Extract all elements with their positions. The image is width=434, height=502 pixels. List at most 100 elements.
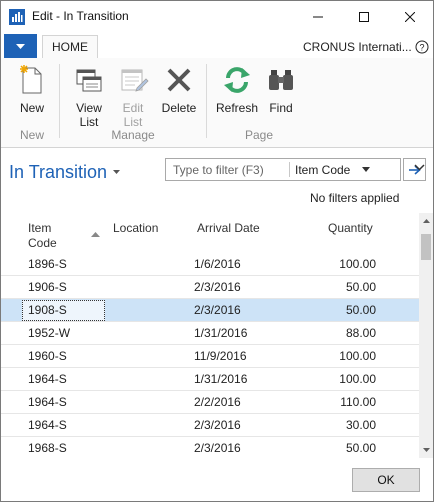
app-logo-icon — [9, 9, 25, 25]
cell-arrival-date: 2/3/2016 — [194, 418, 241, 432]
table-row[interactable]: 1906-S 2/3/2016 50.00 — [1, 276, 419, 299]
group-label-page: Page — [244, 128, 274, 142]
view-list-label-1: View — [76, 101, 102, 115]
maximize-icon — [359, 11, 369, 22]
scroll-down-button[interactable] — [419, 442, 433, 458]
cell-quantity: 88.00 — [345, 326, 376, 340]
table-row[interactable]: 1964-S 1/31/2016 100.00 — [1, 368, 419, 391]
cell-item-code: 1896-S — [28, 257, 67, 271]
view-list-button[interactable]: View List — [69, 62, 109, 129]
cell-item-code: 1906-S — [28, 280, 67, 294]
minimize-button[interactable] — [295, 1, 341, 32]
page-title[interactable]: In Transition — [9, 162, 107, 183]
edit-list-label-1: Edit — [122, 101, 144, 115]
filter-field-select[interactable]: Item Code — [295, 163, 350, 177]
cell-item-code: 1968-S — [28, 441, 67, 455]
filter-input[interactable] — [166, 159, 288, 180]
filter-status: No filters applied — [310, 191, 400, 205]
cell-arrival-date: 2/3/2016 — [194, 303, 241, 317]
new-label: New — [19, 101, 44, 115]
cell-arrival-date: 1/31/2016 — [194, 372, 248, 386]
title-bar: Edit - In Transition — [1, 1, 433, 32]
scrollbar-thumb[interactable] — [421, 234, 431, 260]
tab-home[interactable]: HOME — [42, 35, 98, 59]
cell-item-code: 1908-S — [28, 303, 67, 317]
close-icon — [405, 11, 415, 22]
view-list-icon — [76, 69, 102, 92]
table-row[interactable]: 1968-S 2/3/2016 50.00 — [1, 437, 419, 458]
vertical-scrollbar[interactable] — [419, 213, 433, 458]
binoculars-icon — [269, 70, 293, 90]
refresh-button[interactable]: Refresh — [214, 62, 260, 126]
cell-quantity: 50.00 — [345, 280, 376, 294]
cell-quantity: 110.00 — [340, 395, 376, 409]
column-header-arrival-date[interactable]: Arrival Date — [197, 221, 260, 236]
cell-quantity: 50.00 — [345, 303, 376, 317]
chevron-down-icon[interactable] — [414, 164, 425, 171]
delete-button[interactable]: Delete — [157, 62, 201, 126]
new-button[interactable]: New — [12, 62, 52, 126]
maximize-button[interactable] — [341, 1, 387, 32]
cell-quantity: 50.00 — [345, 441, 376, 455]
scroll-down-icon — [422, 448, 430, 452]
caret-down-icon — [16, 43, 25, 49]
cell-quantity: 100.00 — [339, 372, 376, 386]
ok-button[interactable]: OK — [352, 468, 420, 492]
column-header-quantity[interactable]: Quantity — [328, 221, 373, 236]
close-button[interactable] — [387, 1, 433, 32]
scroll-up-icon — [422, 219, 430, 223]
cell-item-code: 1964-S — [28, 372, 67, 386]
column-header-item-code[interactable]: Item Code — [28, 221, 57, 251]
dropdown-arrow-icon[interactable] — [362, 167, 370, 172]
minimize-icon — [313, 16, 323, 17]
filter-box: Item Code — [165, 158, 401, 181]
group-label-manage: Manage — [111, 128, 155, 142]
app-menu-button[interactable] — [4, 34, 37, 58]
table-row[interactable]: 1908-S 2/3/2016 50.00 — [1, 299, 419, 322]
table-row[interactable]: 1964-S 2/3/2016 30.00 — [1, 414, 419, 437]
item-grid: Item Code Location Arrival Date Quantity… — [1, 213, 419, 458]
table-row[interactable]: 1896-S 1/6/2016 100.00 — [1, 253, 419, 276]
edit-list-icon — [121, 69, 149, 92]
cell-arrival-date: 11/9/2016 — [194, 349, 247, 363]
ribbon: New New View List Edit List Delete Manag… — [1, 58, 433, 148]
sort-ascending-icon — [91, 232, 100, 237]
new-document-icon — [20, 65, 42, 94]
scroll-up-button[interactable] — [419, 213, 433, 229]
cell-item-code: 1960-S — [28, 349, 67, 363]
refresh-icon — [224, 67, 250, 93]
cell-arrival-date: 2/2/2016 — [194, 395, 241, 409]
cell-quantity: 30.00 — [345, 418, 376, 432]
dialog-window: Edit - In Transition HOME CRONUS Interna… — [0, 0, 434, 502]
cell-quantity: 100.00 — [339, 349, 376, 363]
refresh-label: Refresh — [215, 101, 259, 115]
find-button[interactable]: Find — [263, 62, 299, 126]
table-row[interactable]: 1952-W 1/31/2016 88.00 — [1, 322, 419, 345]
filter-divider — [289, 162, 290, 177]
svg-text:?: ? — [419, 43, 424, 53]
caret-down-icon[interactable] — [113, 170, 120, 174]
table-row[interactable]: 1964-S 2/2/2016 110.00 — [1, 391, 419, 414]
edit-list-label-2: List — [123, 115, 143, 129]
delete-label: Delete — [161, 101, 197, 115]
cell-quantity: 100.00 — [339, 257, 376, 271]
column-header-location[interactable]: Location — [113, 221, 158, 236]
ribbon-tab-row: HOME CRONUS Internati... ? — [1, 32, 433, 59]
company-name[interactable]: CRONUS Internati... — [303, 40, 412, 54]
table-row[interactable]: 1960-S 11/9/2016 100.00 — [1, 345, 419, 368]
cell-item-code: 1964-S — [28, 395, 67, 409]
cell-arrival-date: 1/6/2016 — [194, 257, 241, 271]
cell-arrival-date: 2/3/2016 — [194, 280, 241, 294]
help-icon[interactable]: ? — [415, 40, 429, 54]
find-label: Find — [269, 101, 293, 115]
cell-item-code: 1952-W — [28, 326, 71, 340]
edit-list-button[interactable]: Edit List — [113, 62, 153, 129]
cell-arrival-date: 1/31/2016 — [194, 326, 248, 340]
window-title: Edit - In Transition — [32, 9, 129, 23]
view-list-label-2: List — [79, 115, 99, 129]
cell-item-code: 1964-S — [28, 418, 67, 432]
group-divider — [59, 64, 60, 138]
group-label-new: New — [19, 128, 44, 142]
delete-x-icon — [167, 68, 191, 92]
group-divider — [206, 64, 207, 138]
